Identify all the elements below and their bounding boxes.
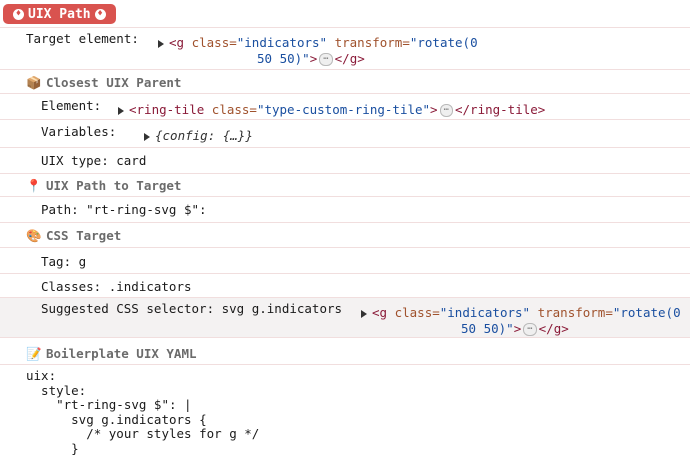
uix-path-banner: ♦ UIX Path ♦: [3, 4, 116, 24]
css-target-title: CSS Target: [46, 228, 122, 243]
parent-element-row: Element: <ring-tile class="type-custom-r…: [0, 94, 690, 120]
palette-icon: 🎨: [26, 228, 42, 243]
target-element-row: Target element: <g class="indicators" tr…: [0, 28, 690, 70]
banner-title: UIX Path: [28, 6, 91, 22]
uix-path-banner-row: ♦ UIX Path ♦: [0, 0, 690, 28]
uix-type-row: UIX type: card: [0, 148, 690, 174]
boilerplate-title: Boilerplate UIX YAML: [46, 346, 197, 361]
variables-node[interactable]: {config: {…}}: [144, 128, 253, 143]
memo-icon: 📝: [26, 346, 42, 361]
expand-triangle-icon[interactable]: [158, 39, 164, 48]
expand-triangle-icon[interactable]: [118, 106, 124, 115]
closest-parent-title: Closest UIX Parent: [46, 75, 182, 90]
expand-triangle-icon[interactable]: [361, 309, 367, 318]
parent-element-label: Element:: [41, 98, 102, 113]
ellipsis-badge[interactable]: ⋯: [523, 323, 537, 336]
closest-parent-section: 📦 Closest UIX Parent: [0, 72, 690, 94]
expand-triangle-icon[interactable]: [144, 132, 150, 141]
css-selector-node-line2: 50 50)"> ⋯ </g>: [461, 321, 569, 336]
boilerplate-section: 📝 Boilerplate UIX YAML: [0, 343, 690, 365]
css-selector-node[interactable]: <g class="indicators" transform="rotate(…: [361, 305, 681, 320]
lightbulb-icon: ♦: [94, 8, 106, 20]
css-classes-label: Classes: .indicators: [41, 279, 192, 294]
css-target-section: 🎨 CSS Target: [0, 225, 690, 248]
css-selector-row: Suggested CSS selector: svg g.indicators…: [0, 298, 690, 338]
boilerplate-yaml: uix: style: "rt-ring-svg $": | svg g.ind…: [26, 368, 260, 456]
uix-type-label: UIX type: card: [41, 153, 147, 168]
target-element-node[interactable]: <g class="indicators" transform="rotate(…: [158, 35, 478, 50]
pushpin-icon: 📍: [26, 178, 42, 193]
path-label: Path: "rt-ring-svg $":: [41, 202, 207, 217]
package-icon: 📦: [26, 75, 42, 90]
ellipsis-badge[interactable]: ⋯: [319, 53, 333, 66]
path-to-target-section: 📍 UIX Path to Target: [0, 175, 690, 197]
css-tag-row: Tag: g: [0, 248, 690, 274]
ellipsis-badge[interactable]: ⋯: [439, 104, 453, 117]
lightbulb-icon: ♦: [13, 8, 24, 20]
variables-label: Variables:: [41, 124, 117, 139]
parent-variables-row: Variables: {config: {…}}: [0, 120, 690, 148]
path-row: Path: "rt-ring-svg $":: [0, 197, 690, 223]
path-to-target-title: UIX Path to Target: [46, 178, 182, 193]
css-tag-label: Tag: g: [41, 254, 87, 269]
target-element-label: Target element:: [26, 31, 139, 46]
target-element-node-line2: 50 50)"> ⋯ </g>: [257, 51, 365, 66]
css-classes-row: Classes: .indicators: [0, 274, 690, 298]
parent-element-node[interactable]: <ring-tile class="type-custom-ring-tile"…: [118, 102, 545, 117]
css-selector-label: Suggested CSS selector: svg g.indicators: [41, 301, 343, 316]
